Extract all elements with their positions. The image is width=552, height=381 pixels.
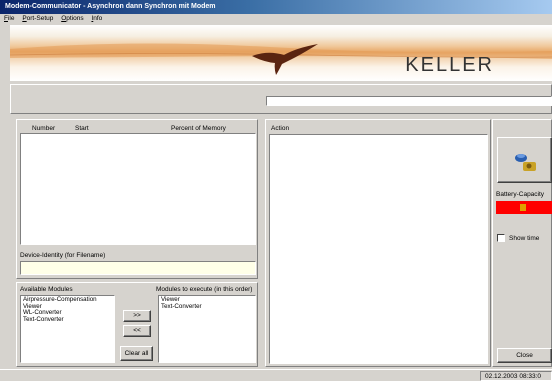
window-title-bar[interactable]: Modem-Communicator - Asynchron dann Sync… bbox=[0, 0, 552, 14]
col-start-header[interactable]: Start bbox=[75, 125, 89, 132]
col-percent-header[interactable]: Percent of Memory bbox=[171, 125, 226, 132]
records-list[interactable] bbox=[20, 133, 256, 245]
list-item[interactable]: Text-Converter bbox=[23, 316, 112, 324]
remove-module-button[interactable]: << bbox=[123, 325, 151, 337]
menu-options[interactable]: Options bbox=[61, 15, 83, 22]
list-item[interactable]: Text-Converter bbox=[161, 303, 253, 311]
show-time-checkbox[interactable] bbox=[497, 234, 505, 242]
available-modules-label: Available Modules bbox=[20, 286, 73, 293]
execute-modules-list[interactable]: Viewer Text-Converter bbox=[158, 295, 256, 363]
execute-modules-label: Modules to execute (in this order) bbox=[156, 286, 253, 293]
status-datetime-pane: 02.12.2003 08:33:0 bbox=[480, 371, 552, 381]
col-number-header[interactable]: Number bbox=[32, 125, 55, 132]
device-identity-label: Device-Identity (for Filename) bbox=[20, 252, 106, 259]
connect-button[interactable] bbox=[497, 137, 552, 183]
close-button[interactable]: Close bbox=[497, 348, 552, 363]
battery-capacity-label: Battery-Capacity bbox=[496, 191, 545, 198]
menu-file[interactable]: File bbox=[4, 15, 15, 22]
status-bar bbox=[0, 369, 552, 381]
show-time-label[interactable]: Show time bbox=[509, 235, 539, 242]
bird-icon bbox=[252, 44, 318, 75]
battery-capacity-bar bbox=[496, 201, 552, 214]
available-modules-list[interactable]: Airpressure-Compensation Viewer WL-Conve… bbox=[20, 295, 115, 363]
window-title: Modem-Communicator - Asynchron dann Sync… bbox=[5, 3, 216, 10]
status-datetime: 02.12.2003 08:33:0 bbox=[485, 373, 542, 380]
progress-bar bbox=[266, 96, 552, 106]
action-log[interactable] bbox=[269, 134, 488, 364]
action-label: Action bbox=[271, 125, 290, 132]
add-module-button[interactable]: >> bbox=[123, 310, 151, 322]
menu-info[interactable]: Info bbox=[91, 15, 102, 22]
modem-icon bbox=[514, 154, 536, 171]
clear-all-button[interactable]: Clear all bbox=[120, 346, 153, 361]
brand-logo-text: KELLER bbox=[405, 54, 494, 76]
battery-level-mark bbox=[520, 204, 526, 211]
banner: KELLER bbox=[10, 25, 552, 81]
menu-bar: File Port-Setup Options Info bbox=[0, 14, 552, 25]
device-identity-field[interactable] bbox=[20, 261, 256, 275]
menu-port-setup[interactable]: Port-Setup bbox=[22, 15, 53, 22]
